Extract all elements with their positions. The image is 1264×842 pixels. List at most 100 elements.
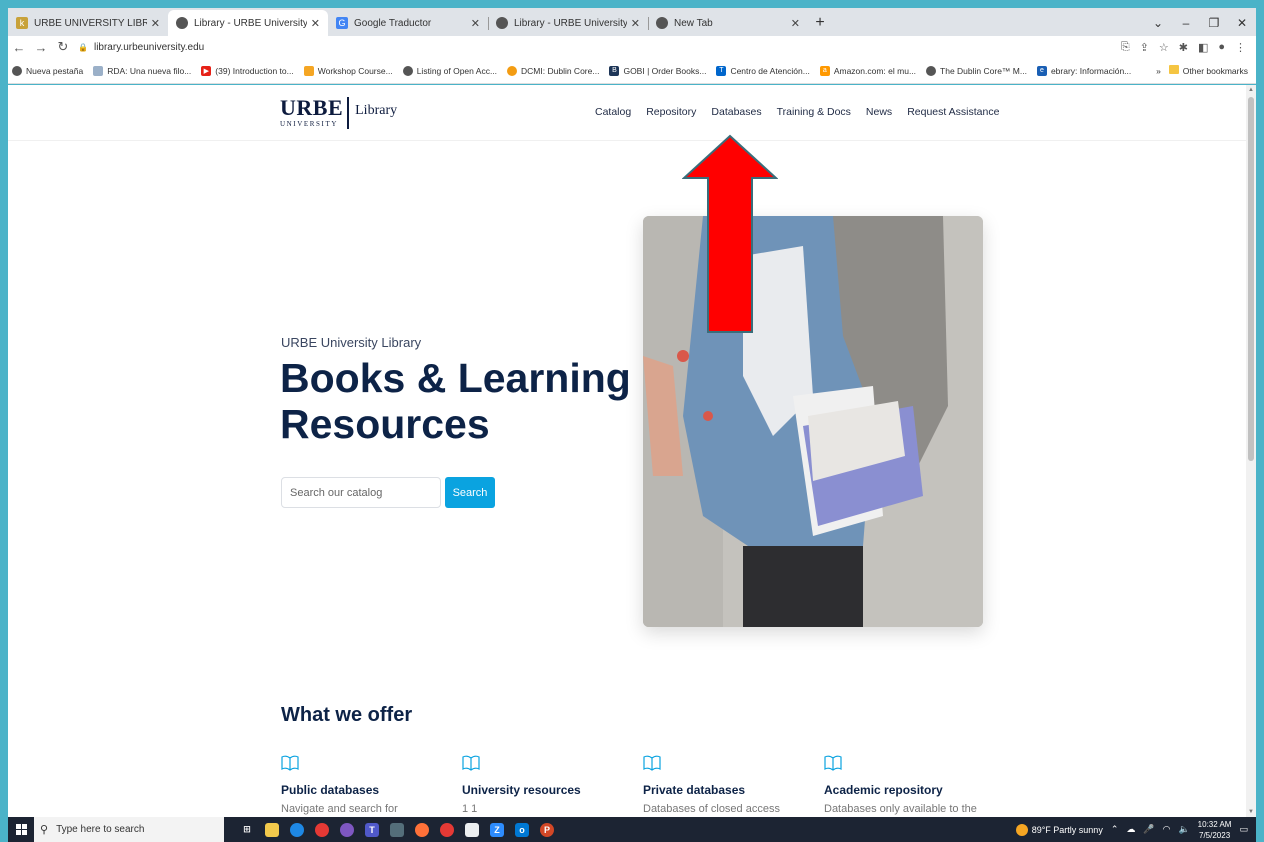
notifications-icon[interactable]: ▭ xyxy=(1239,824,1248,835)
offer-description: Navigate and search for xyxy=(281,803,398,815)
search-icon: ⚲ xyxy=(40,824,49,836)
taskbar-clock[interactable]: 10:32 AM 7/5/2023 xyxy=(1198,819,1232,841)
urbe-library-logo[interactable]: URBE UNIVERSITY Library xyxy=(280,97,397,129)
file-explorer-icon[interactable] xyxy=(265,822,279,837)
app-icon[interactable] xyxy=(440,822,454,837)
other-bookmarks-folder[interactable]: Other bookmarks xyxy=(1168,65,1248,76)
powerpoint-icon[interactable]: P xyxy=(540,822,554,837)
taskbar-search[interactable]: ⚲ Type here to search xyxy=(34,817,224,842)
desktop-screen: k URBE UNIVERSITY LIBRARY SYST ✕ Library… xyxy=(0,0,1264,842)
app-icon[interactable] xyxy=(340,822,354,837)
profile-avatar-icon[interactable]: ● xyxy=(1218,41,1225,54)
offer-description: Databases of closed access xyxy=(643,803,780,815)
new-tab-button[interactable]: + xyxy=(808,10,832,36)
share-icon[interactable]: ⇪ xyxy=(1140,41,1149,54)
close-tab-icon[interactable]: ✕ xyxy=(151,17,160,30)
outlook-icon[interactable]: o xyxy=(515,822,529,837)
chrome-icon[interactable] xyxy=(315,822,329,837)
reload-icon[interactable]: ↻ xyxy=(52,39,74,55)
edge-icon[interactable] xyxy=(290,822,304,837)
tab-title: Library - URBE University xyxy=(194,17,307,29)
browser-toolbar: ← → ↻ 🔒 library.urbeuniversity.edu ⎘ ⇪ ☆… xyxy=(8,36,1256,58)
nav-databases[interactable]: Databases xyxy=(711,106,761,118)
scroll-up-icon[interactable]: ▲ xyxy=(1248,87,1254,93)
calculator-icon[interactable] xyxy=(390,822,404,837)
bookmarks-overflow-button[interactable]: » xyxy=(1156,66,1161,76)
address-text[interactable]: library.urbeuniversity.edu xyxy=(94,42,204,53)
tray-chevron-icon[interactable]: ⌃ xyxy=(1111,824,1119,835)
bookmark-item[interactable]: The Dublin Core™ M... xyxy=(926,65,1027,76)
task-view-icon[interactable]: ⊞ xyxy=(240,823,254,837)
onedrive-icon[interactable]: ☁ xyxy=(1126,824,1135,835)
mic-icon[interactable]: 🎤 xyxy=(1143,824,1154,835)
open-book-icon xyxy=(462,755,480,771)
bookmark-label: The Dublin Core™ M... xyxy=(940,65,1027,76)
offer-card[interactable]: Private databases Databases of closed ac… xyxy=(643,755,824,815)
scrollbar-thumb[interactable] xyxy=(1248,97,1254,461)
globe-icon xyxy=(176,17,188,29)
bookmark-item[interactable]: Workshop Course... xyxy=(303,65,393,76)
forward-icon[interactable]: → xyxy=(30,40,52,55)
nav-catalog[interactable]: Catalog xyxy=(595,106,631,118)
teams-icon[interactable]: T xyxy=(365,822,379,837)
browser-tab-active[interactable]: Library - URBE University ✕ xyxy=(168,10,328,36)
back-icon[interactable]: ← xyxy=(8,40,30,55)
close-window-icon[interactable]: ✕ xyxy=(1228,16,1256,30)
offer-card[interactable]: Public databases Navigate and search for xyxy=(281,755,462,815)
offer-card[interactable]: University resources 1 1 xyxy=(462,755,643,815)
bookmark-favicon-icon: T xyxy=(716,65,727,76)
hero-subtitle: URBE University Library xyxy=(281,335,422,350)
zoom-icon[interactable]: Z xyxy=(490,822,504,837)
bookmark-item[interactable]: RDA: Una nueva filo... xyxy=(93,65,191,76)
close-tab-icon[interactable]: ✕ xyxy=(311,17,320,30)
volume-icon[interactable]: 🔈 xyxy=(1178,824,1189,835)
minimize-icon[interactable]: – xyxy=(1172,16,1200,30)
offer-description: 1 1 xyxy=(462,803,478,815)
weather-text: 89°F Partly sunny xyxy=(1031,824,1103,835)
offer-heading: What we offer xyxy=(281,704,413,726)
wifi-icon[interactable]: ◠ xyxy=(1163,824,1171,835)
browser-tab[interactable]: Library - URBE University ✕ xyxy=(488,10,648,36)
translate-page-icon[interactable]: ⎘ xyxy=(1121,41,1130,54)
bookmark-item[interactable]: a Amazon.com: el mu... xyxy=(819,65,916,76)
close-tab-icon[interactable]: ✕ xyxy=(631,17,640,30)
youtube-icon: ▶ xyxy=(201,65,212,76)
search-button[interactable]: Search xyxy=(445,477,495,508)
main-nav: Catalog Repository Databases Training & … xyxy=(595,106,999,118)
lock-icon[interactable]: 🔒 xyxy=(78,43,88,52)
bookmark-item[interactable]: ▶ (39) Introduction to... xyxy=(201,65,294,76)
bookmark-star-icon[interactable]: ☆ xyxy=(1159,41,1169,54)
bookmark-item[interactable]: DCMI: Dublin Core... xyxy=(507,65,599,76)
taskbar-search-placeholder: Type here to search xyxy=(56,824,145,835)
close-tab-icon[interactable]: ✕ xyxy=(791,17,800,30)
extensions-icon[interactable]: ✱ xyxy=(1179,41,1188,54)
nav-request-assistance[interactable]: Request Assistance xyxy=(907,106,999,118)
catalog-search-input[interactable] xyxy=(281,477,441,508)
nav-news[interactable]: News xyxy=(866,106,892,118)
bookmark-item[interactable]: B GOBI | Order Books... xyxy=(609,65,706,76)
offer-title: University resources xyxy=(462,783,581,797)
tab-search-icon[interactable]: ⌄ xyxy=(1144,16,1172,30)
page-scrollbar[interactable]: ▲ ▼ xyxy=(1246,85,1256,817)
offer-card[interactable]: Academic repository Databases only avail… xyxy=(824,755,1005,815)
bookmark-item[interactable]: T Centro de Atención... xyxy=(716,65,810,76)
restore-icon[interactable]: ❐ xyxy=(1200,16,1228,30)
side-panel-icon[interactable]: ◧ xyxy=(1198,41,1208,54)
offer-title: Private databases xyxy=(643,783,746,797)
nav-repository[interactable]: Repository xyxy=(646,106,696,118)
browser-tab[interactable]: New Tab ✕ xyxy=(648,10,808,36)
scroll-down-icon[interactable]: ▼ xyxy=(1248,809,1254,815)
firefox-icon[interactable] xyxy=(415,822,429,837)
address-bar[interactable]: 🔒 library.urbeuniversity.edu xyxy=(78,42,204,53)
menu-kebab-icon[interactable]: ⋮ xyxy=(1235,41,1246,54)
start-button[interactable] xyxy=(8,817,34,842)
weather-widget[interactable]: 89°F Partly sunny xyxy=(1015,823,1103,836)
bookmark-item[interactable]: Listing of Open Acc... xyxy=(402,65,497,76)
bookmark-item[interactable]: Nueva pestaña xyxy=(12,65,83,76)
bookmark-item[interactable]: e ebrary: Información... xyxy=(1036,65,1131,76)
browser-tab[interactable]: G Google Traductor ✕ xyxy=(328,10,488,36)
close-tab-icon[interactable]: ✕ xyxy=(471,17,480,30)
browser-tab[interactable]: k URBE UNIVERSITY LIBRARY SYST ✕ xyxy=(8,10,168,36)
notepad-icon[interactable] xyxy=(465,822,479,837)
nav-training-docs[interactable]: Training & Docs xyxy=(777,106,851,118)
